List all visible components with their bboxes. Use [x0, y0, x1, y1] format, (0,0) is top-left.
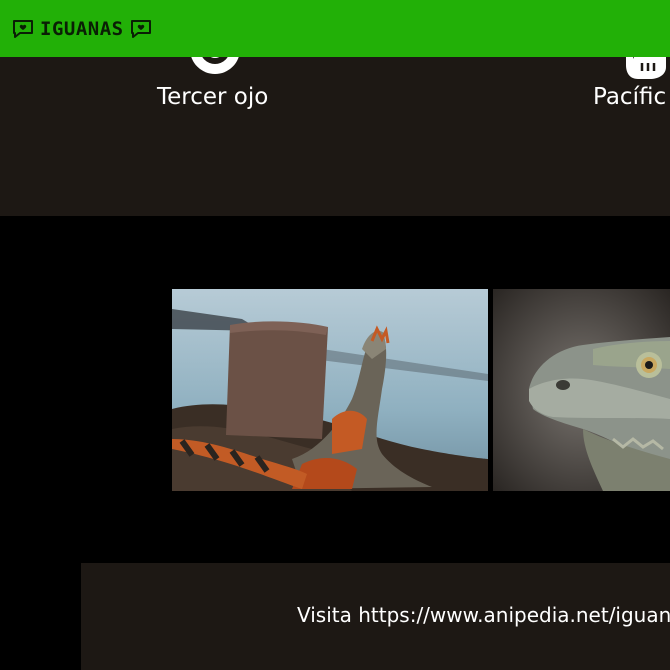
footer-section: Visita https://www.anipedia.net/iguanas — [81, 563, 670, 670]
top-navbar: IGUANAS — [0, 0, 670, 57]
brand-title: IGUANAS — [40, 17, 124, 40]
features-section: Tercer ojo Pacífic — [0, 57, 670, 216]
image-gallery — [0, 216, 670, 563]
gallery-photo-iguana-rocks[interactable] — [172, 289, 488, 491]
feature-label-pacifico: Pacífic — [593, 84, 667, 110]
chat-heart-icon — [130, 19, 152, 39]
brand-logo[interactable]: IGUANAS — [12, 18, 152, 40]
hand-icon — [622, 57, 670, 85]
feature-label-tercer-ojo: Tercer ojo — [157, 84, 269, 110]
chat-heart-icon — [12, 19, 34, 39]
footer-link-text[interactable]: Visita https://www.anipedia.net/iguanas — [297, 603, 670, 627]
eye-icon — [186, 57, 244, 81]
gallery-photo-iguana-head[interactable] — [493, 289, 670, 491]
